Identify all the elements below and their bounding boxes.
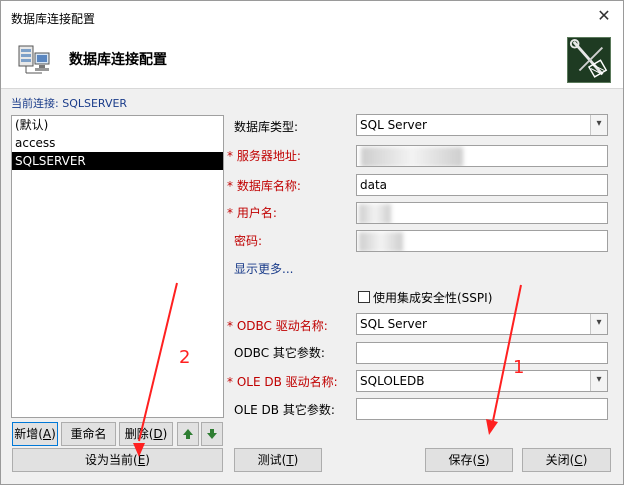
- window-title: 数据库连接配置: [11, 12, 96, 26]
- server-address-input[interactable]: [356, 145, 608, 167]
- move-down-button[interactable]: [201, 422, 223, 446]
- server-address-label: * 服务器地址:: [227, 149, 301, 163]
- username-input[interactable]: [356, 202, 608, 224]
- annotation-number-1: 1: [513, 357, 525, 378]
- show-more-link[interactable]: 显示更多...: [234, 260, 293, 277]
- database-name-input[interactable]: data: [356, 174, 608, 196]
- password-input[interactable]: [356, 230, 608, 252]
- arrow-up-icon: [183, 429, 193, 439]
- close-button[interactable]: 关闭(C): [522, 448, 611, 472]
- annotation-number-2: 2: [179, 347, 191, 368]
- oledb-other-label: OLE DB 其它参数:: [234, 403, 335, 417]
- sspi-checkbox[interactable]: [358, 291, 370, 303]
- list-item[interactable]: (默认): [12, 116, 223, 134]
- odbc-driver-select[interactable]: SQL Server ▾: [356, 313, 608, 335]
- list-item[interactable]: access: [12, 134, 223, 152]
- database-connection-icon: [18, 45, 50, 74]
- list-item-selected[interactable]: SQLSERVER: [12, 152, 223, 170]
- current-connection: 当前连接: SQLSERVER: [11, 95, 127, 111]
- delete-button[interactable]: 删除(D): [119, 422, 173, 446]
- redacted-value: [361, 147, 463, 166]
- odbc-driver-label: * ODBC 驱动名称:: [227, 319, 328, 333]
- chevron-down-icon: ▾: [590, 314, 607, 334]
- save-button[interactable]: 保存(S): [425, 448, 513, 472]
- dialog-window: 数据库连接配置 ✕ 数据库连接配置 当前连接: SQLSERVER (默认) a…: [0, 0, 624, 485]
- title-bar: 数据库连接配置 ✕: [1, 1, 623, 31]
- odbc-other-input[interactable]: [356, 342, 608, 364]
- header-banner: 数据库连接配置: [1, 31, 623, 89]
- header-title: 数据库连接配置: [69, 52, 167, 68]
- arrow-down-icon: [207, 429, 217, 439]
- username-label: * 用户名:: [227, 206, 277, 220]
- current-connection-label: 当前连接:: [11, 97, 59, 110]
- db-type-label: 数据库类型:: [234, 120, 299, 134]
- move-up-button[interactable]: [177, 422, 199, 446]
- odbc-other-label: ODBC 其它参数:: [234, 346, 325, 360]
- chevron-down-icon: ▾: [590, 115, 607, 135]
- sspi-label: 使用集成安全性(SSPI): [373, 291, 493, 305]
- rename-button[interactable]: 重命名(R): [61, 422, 116, 463]
- annotation-arrowhead-1: [486, 419, 498, 435]
- oledb-other-input[interactable]: [356, 398, 608, 420]
- password-label: 密码:: [234, 234, 263, 248]
- oledb-driver-select[interactable]: SQLOLEDB ▾: [356, 370, 608, 392]
- test-button[interactable]: 测试(T): [234, 448, 322, 472]
- close-icon[interactable]: ✕: [593, 6, 615, 26]
- connection-list[interactable]: (默认) access SQLSERVER: [11, 115, 224, 418]
- db-type-select[interactable]: SQL Server ▾: [356, 114, 608, 136]
- chevron-down-icon: ▾: [590, 371, 607, 391]
- add-button[interactable]: 新增(A): [12, 422, 58, 446]
- current-connection-value: SQLSERVER: [62, 97, 128, 110]
- set-current-button[interactable]: 设为当前(E): [12, 448, 223, 472]
- redacted-value: [359, 232, 403, 251]
- redacted-value: [359, 204, 391, 223]
- oledb-driver-label: * OLE DB 驱动名称:: [227, 375, 338, 389]
- database-name-label: * 数据库名称:: [227, 179, 301, 193]
- tools-logo-icon: [567, 37, 611, 83]
